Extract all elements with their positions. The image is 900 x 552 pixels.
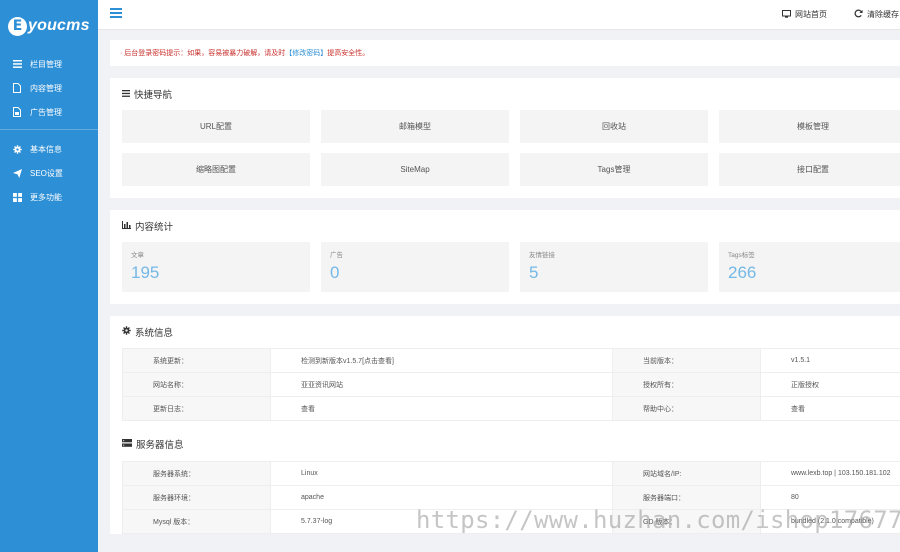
stat-value: 5 <box>529 263 539 282</box>
quick-nav-title-text: 快捷导航 <box>134 90 173 101</box>
table-key: 服务器系统： <box>122 461 271 486</box>
stat-card-articles[interactable]: 文章 195 <box>122 242 310 292</box>
logo-mark: E <box>8 16 27 36</box>
table-row: 系统更新： 检测到新版本v1.5.7[点击查看] 当前版本： v1.5.1 <box>122 348 900 373</box>
refresh-icon <box>854 9 863 20</box>
stat-value: 266 <box>728 263 757 282</box>
stat-label: 友情链接 <box>529 252 555 259</box>
topbar: 网站首页 清除缓存 <box>98 0 900 30</box>
quick-nav-template-management[interactable]: 模板管理 <box>719 110 900 143</box>
content-stats-title-text: 内容统计 <box>135 222 174 233</box>
sidebar-item-column-management[interactable]: 栏目管理 <box>0 52 98 76</box>
menu-toggle-icon[interactable] <box>110 8 122 20</box>
logo[interactable]: E youcms <box>0 0 98 52</box>
list-icon <box>12 59 22 69</box>
quick-nav-grid: URL配置 邮箱模型 回收站 模板管理 缩略图配置 SiteMap Tags管理… <box>110 110 900 198</box>
gear-icon <box>122 326 131 338</box>
change-password-link[interactable]: 【修改密码】 <box>285 48 327 58</box>
table-row: 更新日志： 查看 帮助中心： 查看 <box>122 396 900 421</box>
password-alert: · 后台登录密码提示：如果，容易被暴力破解，请及时 【修改密码】 提高安全性。 <box>110 40 900 66</box>
stat-value: 195 <box>131 263 160 282</box>
table-key: 网站域名/IP: <box>612 461 761 486</box>
quick-nav-tags-management[interactable]: Tags管理 <box>520 153 708 186</box>
image-icon <box>12 107 22 117</box>
table-key: 服务器环境： <box>122 485 271 510</box>
logo-text: youcms <box>28 17 90 34</box>
monitor-icon <box>782 9 791 20</box>
quick-nav-channel-model[interactable]: 邮箱模型 <box>321 110 509 143</box>
sidebar-item-label: 栏目管理 <box>30 59 62 69</box>
send-icon <box>12 168 22 178</box>
table-value: Linux <box>270 461 613 486</box>
table-key: Mysql 版本： <box>122 509 271 534</box>
main-content: · 后台登录密码提示：如果，容易被暴力破解，请及时 【修改密码】 提高安全性。 … <box>110 30 900 546</box>
sidebar-item-label: 广告管理 <box>30 107 62 117</box>
bar-chart-icon <box>122 220 131 232</box>
server-icon <box>122 438 132 450</box>
table-row: 网站名称： 亚亚资讯网站 授权所有： 正版授权 <box>122 372 900 397</box>
server-info-title: 服务器信息 <box>110 421 900 461</box>
table-key: 网站名称： <box>122 372 271 397</box>
table-row: 服务器系统： Linux 网站域名/IP: www.lexb.top | 103… <box>122 461 900 486</box>
gear-icon <box>12 144 22 154</box>
clear-cache-link[interactable]: 清除缓存 <box>854 9 899 20</box>
alert-suffix: 提高安全性。 <box>327 50 370 57</box>
sidebar-item-content-management[interactable]: 内容管理 <box>0 76 98 100</box>
table-value: v1.5.1 <box>760 348 900 373</box>
sidebar-item-basic-info[interactable]: 基本信息 <box>0 137 98 161</box>
table-key: 帮助中心： <box>612 396 761 421</box>
quick-nav-title: 快捷导航 <box>110 78 900 110</box>
sidebar: E youcms 栏目管理 内容管理 广告管理 基本信息 SEO设置 更多功能 <box>0 0 98 552</box>
help-center-link[interactable]: 查看 <box>760 396 900 421</box>
content-stats-panel: 内容统计 文章 195 广告 0 友情链接 5 Tags标签 266 <box>110 210 900 304</box>
quick-nav-recycle-bin[interactable]: 回收站 <box>520 110 708 143</box>
bars-icon <box>122 89 130 100</box>
watermark-text: https://www.huzhan.com/ishop17677 <box>416 506 900 534</box>
table-key: 更新日志： <box>122 396 271 421</box>
update-available-link[interactable]: 检测到新版本v1.5.7[点击查看] <box>270 348 613 373</box>
stat-label: 广告 <box>330 252 343 259</box>
sidebar-divider <box>0 129 98 130</box>
sidebar-item-more-features[interactable]: 更多功能 <box>0 185 98 209</box>
clear-cache-label: 清除缓存 <box>867 10 899 19</box>
quick-nav-url-config[interactable]: URL配置 <box>122 110 310 143</box>
quick-nav-panel: 快捷导航 URL配置 邮箱模型 回收站 模板管理 缩略图配置 SiteMap T… <box>110 78 900 198</box>
table-value: www.lexb.top | 103.150.181.102 <box>760 461 900 486</box>
file-icon <box>12 83 22 93</box>
system-info-title-text: 系统信息 <box>135 328 174 339</box>
stat-value: 0 <box>330 263 340 282</box>
table-value: 亚亚资讯网站 <box>270 372 613 397</box>
table-key: 当前版本： <box>612 348 761 373</box>
system-info-title: 系统信息 <box>110 316 900 348</box>
changelog-link[interactable]: 查看 <box>270 396 613 421</box>
sidebar-item-label: 更多功能 <box>30 192 62 202</box>
stat-card-links[interactable]: 友情链接 5 <box>520 242 708 292</box>
server-info-title-text: 服务器信息 <box>136 440 184 451</box>
website-home-label: 网站首页 <box>795 10 827 19</box>
system-info-table: 系统更新： 检测到新版本v1.5.7[点击查看] 当前版本： v1.5.1 网站… <box>122 348 900 421</box>
sidebar-item-label: 基本信息 <box>30 144 62 154</box>
system-info-panel: 系统信息 系统更新： 检测到新版本v1.5.7[点击查看] 当前版本： v1.5… <box>110 316 900 534</box>
content-stats-title: 内容统计 <box>110 210 900 242</box>
stats-grid: 文章 195 广告 0 友情链接 5 Tags标签 266 <box>110 242 900 304</box>
stat-label: 文章 <box>131 252 144 259</box>
stat-card-ads[interactable]: 广告 0 <box>321 242 509 292</box>
sidebar-item-label: 内容管理 <box>30 83 62 93</box>
quick-nav-sitemap[interactable]: SiteMap <box>321 153 509 186</box>
sidebar-item-seo-settings[interactable]: SEO设置 <box>0 161 98 185</box>
table-key: 系统更新： <box>122 348 271 373</box>
website-home-link[interactable]: 网站首页 <box>782 9 827 20</box>
stat-label: Tags标签 <box>728 252 755 259</box>
quick-nav-api-config[interactable]: 接口配置 <box>719 153 900 186</box>
alert-text: · 后台登录密码提示：如果，容易被暴力破解，请及时 <box>120 50 286 57</box>
table-key: 授权所有： <box>612 372 761 397</box>
sidebar-item-ad-management[interactable]: 广告管理 <box>0 100 98 124</box>
grid-icon <box>12 192 22 202</box>
sidebar-item-label: SEO设置 <box>30 168 63 178</box>
quick-nav-thumbnail-config[interactable]: 缩略图配置 <box>122 153 310 186</box>
license-link[interactable]: 正版授权 <box>760 372 900 397</box>
stat-card-tags[interactable]: Tags标签 266 <box>719 242 900 292</box>
